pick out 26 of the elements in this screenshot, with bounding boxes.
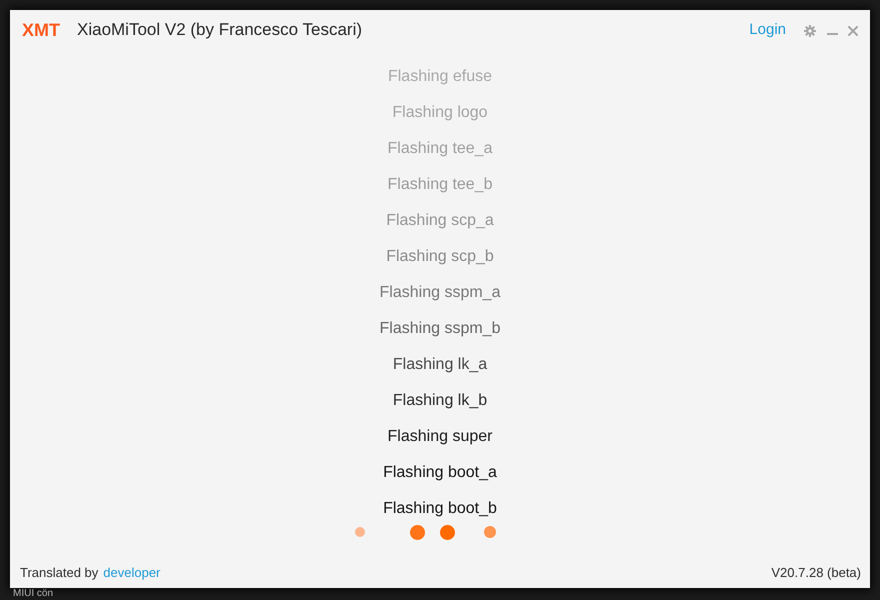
translator-link[interactable]: developer [103, 564, 160, 580]
log-line: Flashing sspm_b [380, 319, 500, 339]
log-line: Flashing tee_a [388, 139, 492, 159]
desktop-text: MIUI cön [13, 588, 54, 600]
log-line: Flashing scp_a [386, 211, 494, 231]
version-label: V20.7.28 (beta) [771, 564, 861, 580]
log-line: Flashing sspm_a [380, 283, 500, 303]
close-icon[interactable] [848, 26, 858, 36]
log-line: Flashing lk_b [392, 391, 488, 411]
log-line: Flashing boot_a [383, 463, 497, 483]
log-line: Flashing scp_b [386, 247, 494, 267]
log-line: Flashing efuse [388, 67, 492, 87]
log-line: Flashing logo [392, 103, 488, 123]
log-line: Flashing boot_b [383, 499, 497, 519]
loading-dot-icon [440, 524, 455, 540]
loading-dot-icon [410, 524, 425, 540]
log-line: Flashing lk_a [392, 355, 488, 375]
loading-dot-icon [355, 527, 365, 537]
login-link[interactable]: Login [749, 20, 786, 40]
window-title: XiaoMiTool V2 (by Francesco Tescari) [77, 19, 362, 41]
log-line: Flashing super [388, 427, 492, 447]
translated-by-label: Translated by [20, 564, 98, 580]
app-logo: XMT [22, 20, 61, 40]
loading-dot-icon [484, 526, 496, 538]
settings-icon[interactable] [804, 24, 816, 36]
log-line: Flashing tee_b [388, 175, 492, 195]
